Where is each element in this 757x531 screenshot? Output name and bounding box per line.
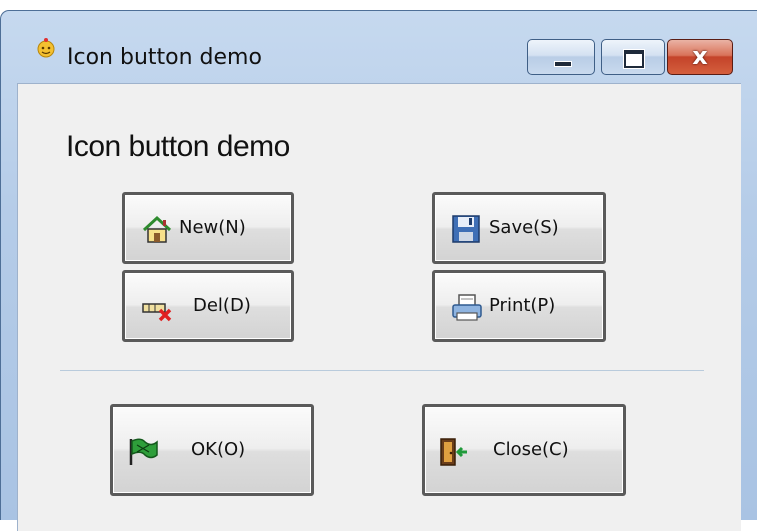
close-icon: x [692,42,708,70]
maximize-icon [624,50,644,68]
close-button[interactable]: Close(C) [422,404,626,496]
printer-icon [452,294,482,321]
print-button-label: Print(P) [489,295,556,316]
minimize-button[interactable] [527,39,595,75]
print-button[interactable]: Print(P) [432,270,606,342]
close-window-button[interactable]: x [667,39,733,75]
minimize-icon [554,61,572,67]
home-icon [142,215,172,243]
delete-button[interactable]: Del(D) [122,270,294,342]
app-icon [37,38,55,58]
save-button-label: Save(S) [489,217,559,238]
page-title: Icon button demo [66,130,290,163]
new-button-label: New(N) [179,217,246,238]
new-button[interactable]: New(N) [122,192,294,264]
exit-door-icon [440,438,467,466]
maximize-button[interactable] [601,39,665,75]
delete-icon [142,303,172,322]
ok-button[interactable]: OK(O) [110,404,314,496]
floppy-disk-icon [452,215,480,243]
window-frame: Icon button demo x Icon button demo New(… [0,10,757,531]
title-bar[interactable]: Icon button demo x [1,11,757,75]
close-button-label: Close(C) [493,439,569,460]
dialog-client-area: Icon button demo New(N) Save(S) Del(D) P… [17,83,741,531]
flag-icon [129,438,158,465]
ok-button-label: OK(O) [191,439,246,460]
delete-button-label: Del(D) [193,295,251,316]
window-title: Icon button demo [67,45,262,70]
separator [60,370,704,371]
save-button[interactable]: Save(S) [432,192,606,264]
